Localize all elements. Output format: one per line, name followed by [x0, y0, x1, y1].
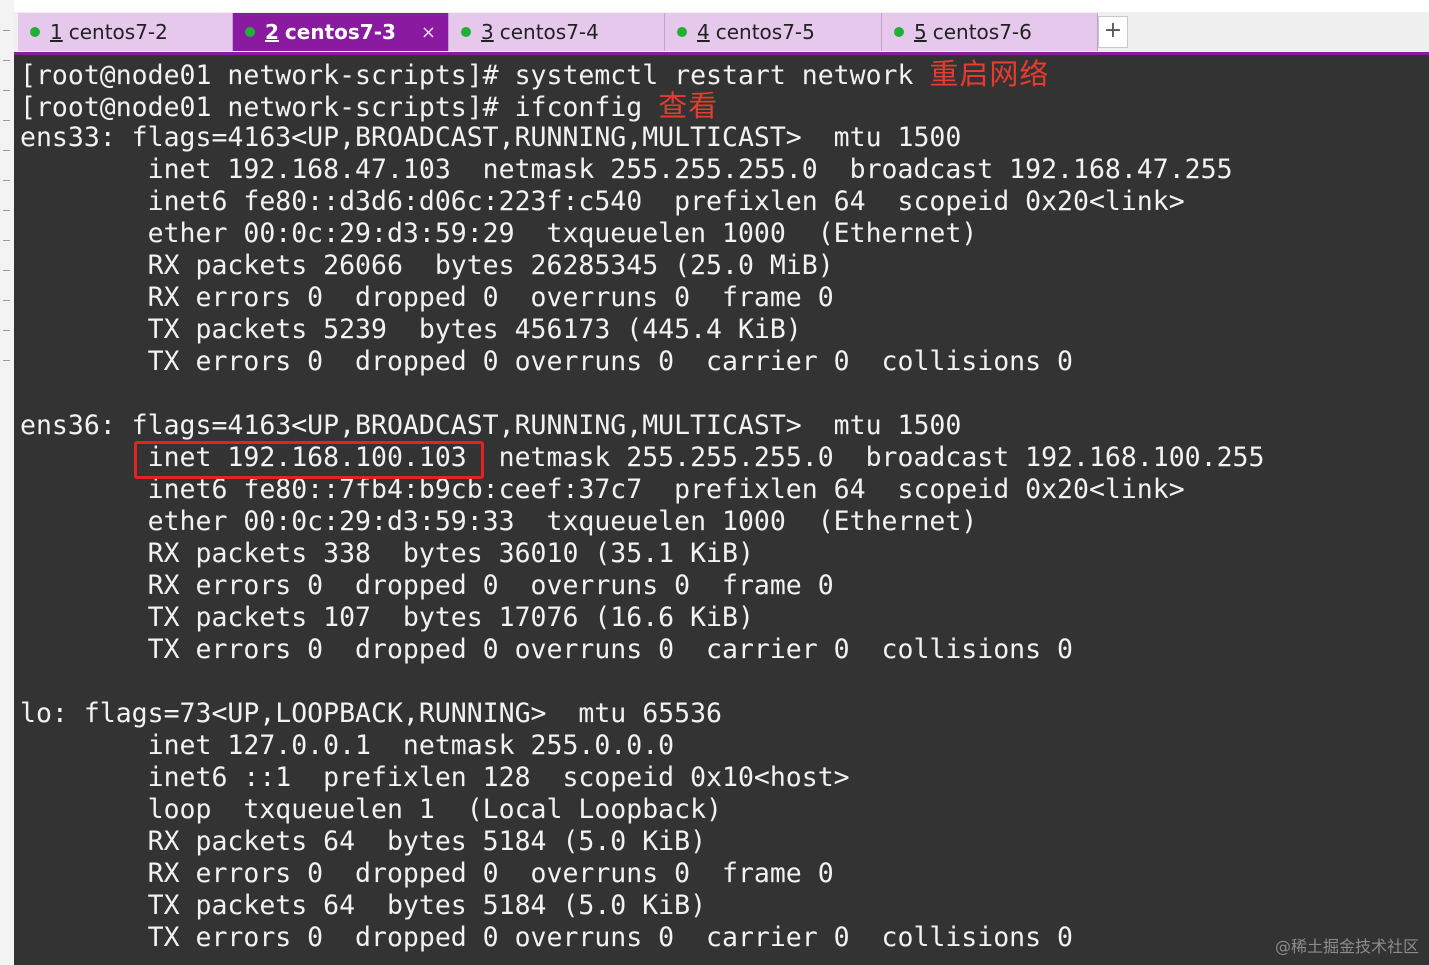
tab-index: 4 [697, 20, 710, 44]
terminal-line: ether 00:0c:29:d3:59:33 txqueuelen 1000 … [20, 506, 1264, 538]
panel-tick [3, 180, 10, 181]
line-text: lo: flags=73<UP,LOOPBACK,RUNNING> mtu 65… [20, 698, 722, 729]
line-text: TX errors 0 dropped 0 overruns 0 carrier… [20, 634, 1073, 665]
session-tab-bar: 1 centos7-2 2 centos7-3 × 3 centos7-4 4 … [14, 12, 1429, 52]
terminal-line: TX errors 0 dropped 0 overruns 0 carrier… [20, 922, 1264, 954]
tab-label: centos7-5 [715, 20, 815, 44]
line-text: ether 00:0c:29:d3:59:33 txqueuelen 1000 … [20, 506, 978, 537]
line-text: [root@node01 network-scripts]# ifconfig [20, 92, 659, 123]
terminal-line: RX packets 26066 bytes 26285345 (25.0 Mi… [20, 250, 1264, 282]
line-text: inet6 fe80::d3d6:d06c:223f:c540 prefixle… [20, 186, 1185, 217]
terminal-line: TX errors 0 dropped 0 overruns 0 carrier… [20, 634, 1264, 666]
terminal-line: inet 127.0.0.1 netmask 255.0.0.0 [20, 730, 1264, 762]
terminal-line: RX packets 338 bytes 36010 (35.1 KiB) [20, 538, 1264, 570]
tab-centos7-3[interactable]: 2 centos7-3 × [233, 13, 449, 51]
line-text: ether 00:0c:29:d3:59:29 txqueuelen 1000 … [20, 218, 978, 249]
tab-index: 3 [481, 20, 494, 44]
terminal-line: ens33: flags=4163<UP,BROADCAST,RUNNING,M… [20, 122, 1264, 154]
highlight-box [134, 441, 484, 479]
close-tab-icon[interactable]: × [421, 22, 436, 43]
annotation-note: 查看 [658, 89, 719, 123]
terminal-output[interactable]: [root@node01 network-scripts]# systemctl… [14, 55, 1429, 965]
line-prefix [20, 442, 148, 473]
terminal-line: RX errors 0 dropped 0 overruns 0 frame 0 [20, 570, 1264, 602]
tab-centos7-5[interactable]: 4 centos7-5 [665, 13, 882, 51]
tab-centos7-6[interactable]: 5 centos7-6 [882, 13, 1098, 51]
panel-tick [3, 270, 10, 271]
terminal-line: ens36: flags=4163<UP,BROADCAST,RUNNING,M… [20, 410, 1264, 442]
panel-tick [3, 60, 10, 61]
line-text: TX errors 0 dropped 0 overruns 0 carrier… [20, 922, 1073, 953]
line-text: RX errors 0 dropped 0 overruns 0 frame 0 [20, 858, 834, 889]
line-text: TX packets 5239 bytes 456173 (445.4 KiB) [20, 314, 802, 345]
line-text: ens33: flags=4163<UP,BROADCAST,RUNNING,M… [20, 122, 962, 153]
tab-index: 5 [914, 20, 927, 44]
line-text: RX packets 26066 bytes 26285345 (25.0 Mi… [20, 250, 834, 281]
terminal-line: lo: flags=73<UP,LOOPBACK,RUNNING> mtu 65… [20, 698, 1264, 730]
panel-tick [3, 330, 10, 331]
terminal-line: loop txqueuelen 1 (Local Loopback) [20, 794, 1264, 826]
terminal-line: RX errors 0 dropped 0 overruns 0 frame 0 [20, 282, 1264, 314]
panel-tick [3, 30, 10, 31]
tab-index: 1 [50, 20, 63, 44]
line-text: RX packets 64 bytes 5184 (5.0 KiB) [20, 826, 707, 857]
connected-status-icon [30, 27, 40, 37]
terminal-line: RX errors 0 dropped 0 overruns 0 frame 0 [20, 858, 1264, 890]
tab-label: centos7-2 [68, 20, 168, 44]
tab-centos7-2[interactable]: 1 centos7-2 [18, 13, 233, 51]
tab-centos7-4[interactable]: 3 centos7-4 [449, 13, 665, 51]
terminal-line: TX errors 0 dropped 0 overruns 0 carrier… [20, 346, 1264, 378]
panel-tick [3, 300, 10, 301]
panel-tick [3, 150, 10, 151]
terminal-line: RX packets 64 bytes 5184 (5.0 KiB) [20, 826, 1264, 858]
terminal-line: inet6 ::1 prefixlen 128 scopeid 0x10<hos… [20, 762, 1264, 794]
terminal-line: [root@node01 network-scripts]# systemctl… [20, 57, 1264, 91]
connected-status-icon [894, 27, 904, 37]
line-text: inet 192.168.47.103 netmask 255.255.255.… [20, 154, 1233, 185]
tab-label: centos7-6 [932, 20, 1032, 44]
line-text: inet 127.0.0.1 netmask 255.0.0.0 [20, 730, 675, 761]
connected-status-icon [677, 27, 687, 37]
connected-status-icon [245, 27, 255, 37]
terminal-line: [root@node01 network-scripts]# ifconfig … [20, 89, 1264, 123]
line-text: inet6 ::1 prefixlen 128 scopeid 0x10<hos… [20, 762, 850, 793]
tab-label: centos7-3 [284, 20, 396, 44]
panel-tick [3, 210, 10, 211]
terminal-line: inet 192.168.47.103 netmask 255.255.255.… [20, 154, 1264, 186]
tab-index: 2 [265, 20, 279, 44]
terminal-lines: [root@node01 network-scripts]# systemctl… [20, 58, 1264, 954]
panel-tick [3, 120, 10, 121]
panel-tick [3, 240, 10, 241]
connected-status-icon [461, 27, 471, 37]
terminal-line: ether 00:0c:29:d3:59:29 txqueuelen 1000 … [20, 218, 1264, 250]
line-text: TX errors 0 dropped 0 overruns 0 carrier… [20, 346, 1073, 377]
terminal-line: TX packets 107 bytes 17076 (16.6 KiB) [20, 602, 1264, 634]
watermark: @稀土掘金技术社区 [1274, 937, 1419, 956]
line-text: [root@node01 network-scripts]# systemctl… [20, 60, 930, 91]
line-text: RX errors 0 dropped 0 overruns 0 frame 0 [20, 570, 834, 601]
terminal-line: inet6 fe80::d3d6:d06c:223f:c540 prefixle… [20, 186, 1264, 218]
line-text: TX packets 64 bytes 5184 (5.0 KiB) [20, 890, 707, 921]
panel-tick [3, 90, 10, 91]
tab-label: centos7-4 [499, 20, 599, 44]
panel-tick [3, 360, 10, 361]
line-text: TX packets 107 bytes 17076 (16.6 KiB) [20, 602, 754, 633]
line-text: ens36: flags=4163<UP,BROADCAST,RUNNING,M… [20, 410, 962, 441]
line-text: RX packets 338 bytes 36010 (35.1 KiB) [20, 538, 754, 569]
terminal-line: TX packets 64 bytes 5184 (5.0 KiB) [20, 890, 1264, 922]
left-side-panel [0, 0, 15, 965]
line-text: loop txqueuelen 1 (Local Loopback) [20, 794, 722, 825]
terminal-line: TX packets 5239 bytes 456173 (445.4 KiB) [20, 314, 1264, 346]
new-tab-button[interactable]: + [1098, 16, 1128, 48]
window-top-edge [14, 0, 1429, 12]
line-suffix: netmask 255.255.255.0 broadcast 192.168.… [466, 442, 1265, 473]
line-text: RX errors 0 dropped 0 overruns 0 frame 0 [20, 282, 834, 313]
annotation-note: 重启网络 [929, 57, 1050, 91]
